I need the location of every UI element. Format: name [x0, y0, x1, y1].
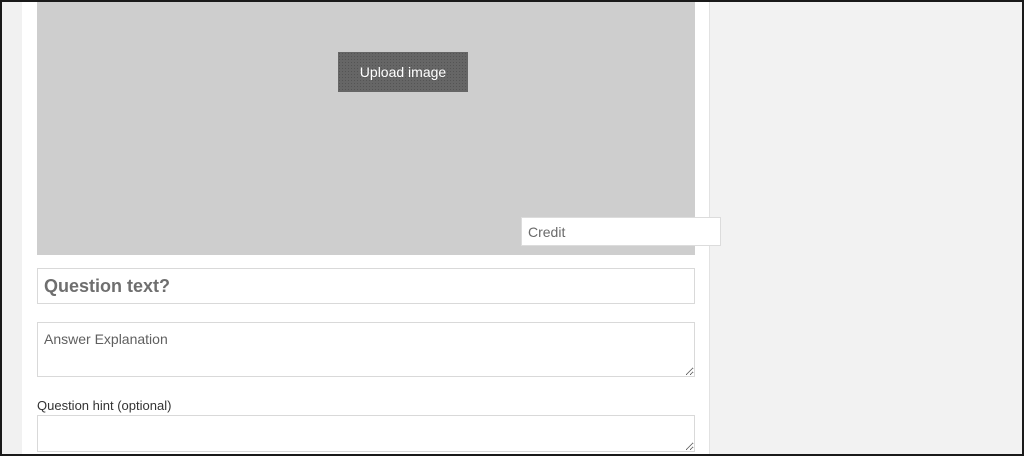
question-hint-textarea[interactable]	[37, 415, 695, 452]
credit-input[interactable]	[521, 217, 721, 246]
question-hint-label: Question hint (optional)	[37, 398, 172, 413]
right-sidebar-area	[710, 0, 1022, 456]
image-placeholder[interactable]: Upload image	[37, 2, 721, 255]
question-text-input[interactable]	[37, 268, 695, 304]
upload-image-button[interactable]: Upload image	[338, 52, 468, 92]
answer-explanation-textarea[interactable]	[37, 322, 695, 377]
left-gutter	[2, 0, 22, 456]
